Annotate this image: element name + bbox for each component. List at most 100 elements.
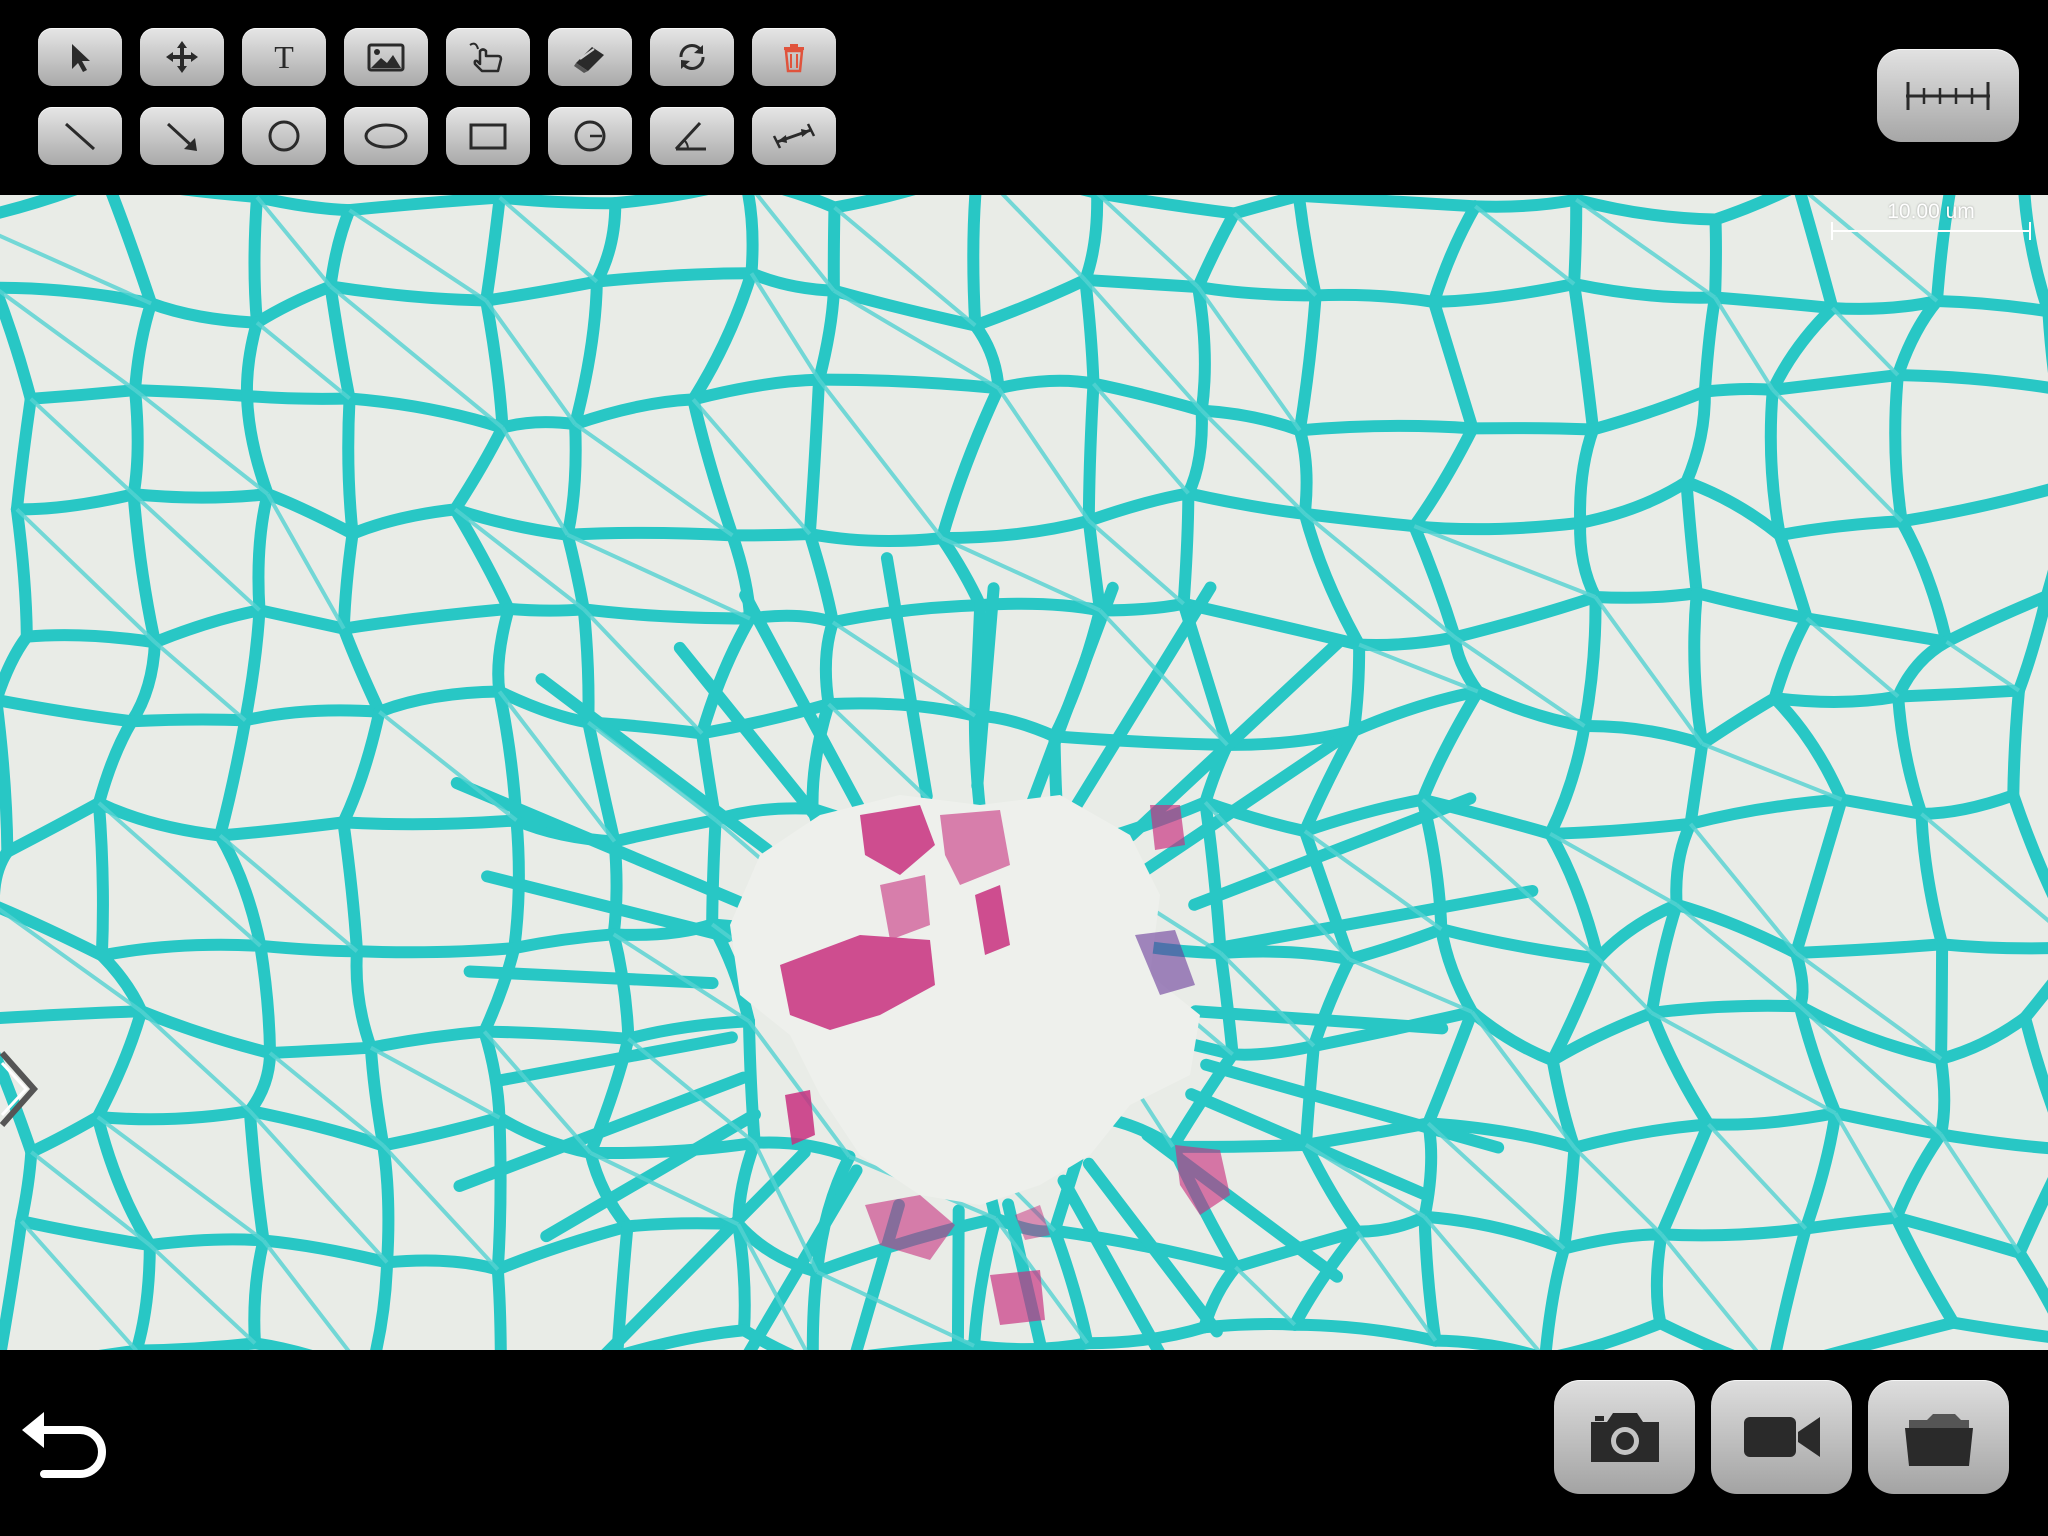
cell-wall — [1936, 938, 2048, 955]
cell-wall — [264, 1041, 377, 1060]
scale-bar-tick-left — [1831, 222, 1833, 240]
trash-icon — [784, 44, 804, 73]
cell-wall — [967, 195, 982, 332]
cell-wall — [1408, 516, 1587, 536]
cell-wall — [742, 1015, 761, 1149]
refresh-tool-button[interactable] — [650, 28, 734, 86]
cell-wall — [1418, 1117, 1438, 1223]
cell-wall — [819, 616, 839, 711]
cell-wall — [342, 392, 359, 540]
text-tool-glyph: T — [274, 39, 294, 75]
hand-draw-icon — [469, 42, 503, 73]
cell-wall — [1293, 424, 1313, 520]
side-panel-handle[interactable] — [0, 1051, 40, 1127]
radial-cell-wall — [951, 1204, 965, 1350]
eraser-tool-button[interactable] — [548, 28, 632, 86]
cell-wall — [1768, 690, 1905, 708]
freehand-tool-button[interactable] — [446, 28, 530, 86]
camera-icon — [1590, 1413, 1659, 1462]
cell-wall — [1166, 1138, 1312, 1153]
cell-wall — [1889, 369, 1908, 528]
ruler-icon — [1906, 81, 1990, 110]
cell-wall — [1469, 195, 1583, 213]
cell-wall — [1309, 288, 1440, 308]
cell-wall — [129, 384, 254, 403]
cell-wall — [491, 1263, 507, 1350]
radius-circle-tool-button[interactable] — [548, 107, 632, 165]
cell-wall — [1698, 382, 1779, 398]
move-arrows-icon — [166, 41, 198, 73]
stained-tissue-image — [0, 195, 2048, 1350]
angle-icon — [674, 121, 706, 151]
cell-wall — [806, 1265, 824, 1350]
cell-wall — [1347, 638, 1366, 737]
top-toolbar: T — [0, 0, 2048, 195]
arrow-pointer-icon — [72, 44, 90, 72]
microscope-live-view[interactable] — [0, 195, 2048, 1350]
arrow-line-tool-button[interactable] — [140, 107, 224, 165]
cell-wall — [726, 528, 816, 542]
back-button[interactable] — [18, 1400, 108, 1490]
delete-tool-button[interactable] — [752, 28, 836, 86]
cell-wall — [968, 1337, 1094, 1350]
capture-photo-button[interactable] — [1554, 1380, 1695, 1494]
text-t-icon: T — [274, 39, 294, 75]
select-tool-button[interactable] — [38, 28, 122, 86]
cell-wall — [1293, 419, 1479, 437]
scale-bar-line — [1831, 230, 2031, 232]
cell-wall — [561, 526, 739, 542]
open-gallery-button[interactable] — [1868, 1380, 2009, 1494]
cell-wall — [254, 939, 363, 958]
cell-wall — [1589, 587, 1703, 604]
cell-wall — [1934, 1052, 1951, 1141]
cell-wall — [20, 629, 161, 649]
annotation-tool-grid: T — [38, 28, 836, 165]
cell-wall — [496, 416, 582, 434]
distance-tool-button[interactable] — [752, 107, 836, 165]
cell-wall — [127, 488, 274, 504]
angle-tool-button[interactable] — [650, 107, 734, 165]
cell-wall — [1568, 195, 1583, 290]
cell-wall — [127, 384, 144, 501]
cell-wall — [493, 195, 622, 210]
cell-wall — [2007, 684, 2025, 802]
line-tool-button[interactable] — [38, 107, 122, 165]
cell-wall — [1709, 213, 1722, 304]
rectangle-icon — [469, 123, 507, 150]
scale-bar-label: 10.00 um — [1887, 200, 1975, 223]
cell-wall — [241, 390, 356, 405]
refresh-icon — [679, 44, 705, 70]
ellipse-icon — [364, 123, 408, 149]
circle-tool-button[interactable] — [242, 107, 326, 165]
cell-wall — [992, 374, 1100, 395]
cell-wall — [478, 1025, 635, 1045]
cell-wall — [621, 1217, 745, 1233]
cell-wall — [1655, 1222, 1812, 1242]
cell-wall — [732, 1218, 751, 1337]
text-tool-button[interactable]: T — [242, 28, 326, 86]
cell-wall — [130, 1337, 261, 1350]
image-tool-button[interactable] — [344, 28, 428, 86]
cell-wall — [491, 1111, 507, 1276]
cell-wall — [1082, 377, 1100, 527]
cell-wall — [1079, 273, 1205, 294]
undo-back-icon — [22, 1412, 106, 1478]
video-camera-icon — [1743, 1417, 1820, 1457]
cell-wall — [125, 713, 252, 728]
calibration-ruler-button[interactable] — [1877, 49, 2019, 142]
cell-wall — [350, 942, 521, 959]
scale-bar: 10.00 um — [1831, 200, 2031, 240]
ellipse-tool-button[interactable] — [344, 107, 428, 165]
folder-icon — [1904, 1414, 1973, 1466]
arrow-line-icon — [166, 122, 197, 151]
image-icon — [367, 43, 405, 72]
move-tool-button[interactable] — [140, 28, 224, 86]
cell-wall — [377, 1139, 395, 1269]
cell-wall — [337, 814, 523, 831]
cell-wall — [1790, 946, 1809, 1013]
record-video-button[interactable] — [1711, 1380, 1852, 1494]
cell-wall — [1177, 487, 1195, 610]
rectangle-tool-button[interactable] — [446, 107, 530, 165]
cell-wall — [827, 201, 841, 297]
microscope-app: T 10.00 um — [0, 0, 2048, 1536]
